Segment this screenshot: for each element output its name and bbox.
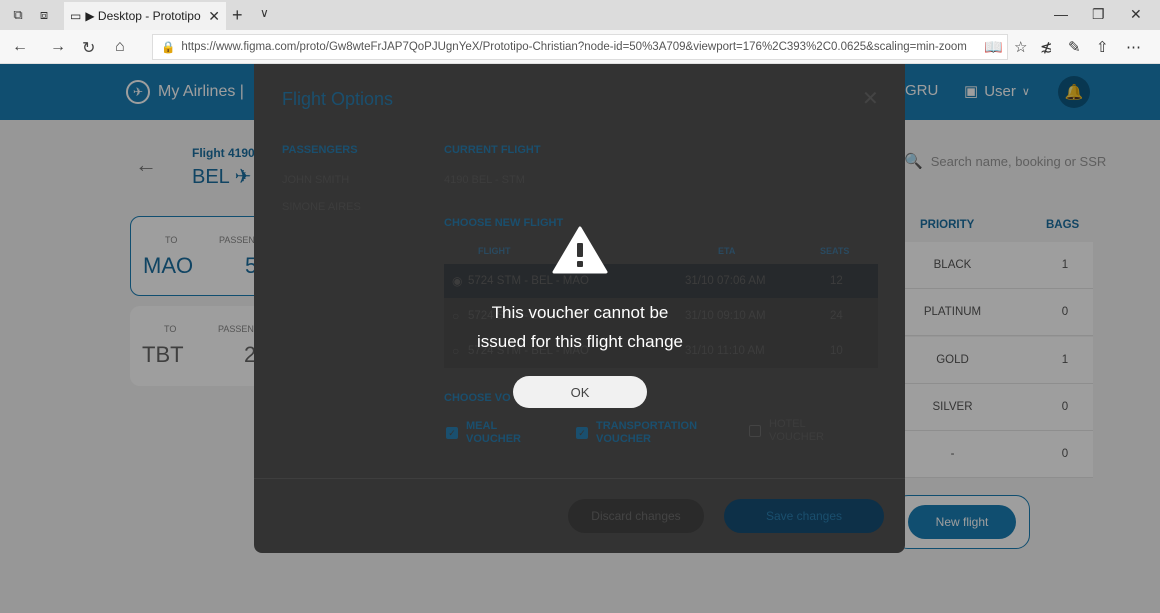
new-tab-icon[interactable]: +: [232, 5, 243, 26]
pen-icon[interactable]: ✎: [1068, 38, 1081, 56]
discard-changes-button[interactable]: Discard changes: [568, 499, 704, 533]
alert-line: This voucher cannot be: [491, 303, 669, 322]
favorites-hub-icon[interactable]: ≴: [1040, 38, 1053, 56]
flight-column-header: FLIGHT: [478, 246, 511, 256]
flight-eta: 31/10 07:06 AM: [685, 275, 766, 287]
passengers-heading: PASSENGERS: [282, 144, 358, 156]
eta-column-header: ETA: [718, 246, 736, 256]
meal-voucher-option[interactable]: ✓ MEAL VOUCHER: [446, 420, 521, 446]
flight-seats: 10: [830, 345, 843, 357]
passenger-name: JOHN SMITH: [282, 174, 350, 186]
url-text: https://www.figma.com/proto/Gw8wteFrJAP7…: [181, 41, 967, 53]
flight-seats: 12: [830, 275, 843, 287]
voucher-label: VOUCHER: [769, 431, 825, 443]
close-window-icon[interactable]: ✕: [1130, 6, 1142, 23]
voucher-label: TRANSPORTATION: [596, 420, 698, 432]
checkbox-checked-icon[interactable]: ✓: [576, 427, 588, 439]
tab-title: ▶ Desktop - Prototipo (: [85, 9, 205, 23]
ok-button[interactable]: OK: [513, 376, 647, 408]
flight-seats: 24: [830, 310, 843, 322]
forward-icon[interactable]: →: [50, 38, 66, 56]
passenger-name: SIMONE AIRES: [282, 201, 361, 213]
alert-line: issued for this flight change: [476, 332, 683, 351]
choose-voucher-heading: CHOOSE VO: [444, 392, 511, 404]
minimize-icon[interactable]: —: [1054, 6, 1068, 22]
transportation-voucher-option[interactable]: ✓ TRANSPORTATION VOUCHER: [576, 420, 697, 446]
save-changes-button[interactable]: Save changes: [724, 499, 884, 533]
checkbox-icon[interactable]: [749, 425, 761, 437]
alert-message: This voucher cannot be issued for this f…: [440, 298, 720, 356]
refresh-icon[interactable]: ↻: [82, 38, 95, 58]
tab-actions-icon[interactable]: ⧉: [10, 7, 26, 23]
flight-route: 5724 STM - BEL - MAO: [468, 275, 589, 287]
voucher-label: HOTEL: [769, 418, 806, 430]
modal-title: Flight Options: [282, 89, 394, 109]
set-aside-tabs-icon[interactable]: ⧈: [36, 7, 52, 23]
favorite-icon[interactable]: ☆: [1014, 38, 1027, 56]
radio-selected-icon[interactable]: ◉: [452, 274, 462, 288]
browser-tab[interactable]: ▭ ▶ Desktop - Prototipo ( ✕: [64, 2, 226, 30]
restore-icon[interactable]: ❐: [1092, 6, 1105, 23]
home-icon[interactable]: ⌂: [115, 38, 125, 56]
current-flight-heading: CURRENT FLIGHT: [444, 144, 541, 156]
checkbox-checked-icon[interactable]: ✓: [446, 427, 458, 439]
voucher-label: VOUCHER: [596, 433, 652, 445]
address-bar: ← → ↻ ⌂ 🔒 https://www.figma.com/proto/Gw…: [0, 30, 1160, 64]
current-flight: 4190 BEL - STM: [444, 174, 525, 186]
voucher-label: VOUCHER: [466, 433, 522, 445]
flight-option-row[interactable]: ◉ 5724 STM - BEL - MAO 31/10 07:06 AM 12: [444, 264, 878, 298]
close-tab-icon[interactable]: ✕: [208, 8, 220, 25]
browser-title-bar: ⧉ ⧈ ▭ ▶ Desktop - Prototipo ( ✕ + ∨ — ❐ …: [0, 0, 1160, 30]
modal-divider: [254, 478, 905, 479]
reading-view-icon[interactable]: 📖: [984, 38, 1003, 56]
share-icon[interactable]: ⇧: [1096, 38, 1109, 56]
choose-new-flight-heading: CHOOSE NEW FLIGHT: [444, 217, 564, 229]
close-icon[interactable]: ✕: [862, 86, 879, 111]
url-field[interactable]: 🔒 https://www.figma.com/proto/Gw8wteFrJA…: [152, 34, 1008, 60]
more-icon[interactable]: ⋯: [1126, 38, 1141, 56]
back-icon[interactable]: ←: [12, 38, 28, 56]
page-icon: ▭: [70, 9, 82, 23]
seats-column-header: SEATS: [820, 246, 850, 256]
hotel-voucher-option[interactable]: HOTEL VOUCHER: [749, 418, 824, 444]
warning-icon: [552, 226, 608, 274]
lock-icon: 🔒: [161, 42, 176, 54]
chevron-down-icon[interactable]: ∨: [260, 6, 269, 20]
voucher-label: MEAL: [466, 420, 498, 432]
